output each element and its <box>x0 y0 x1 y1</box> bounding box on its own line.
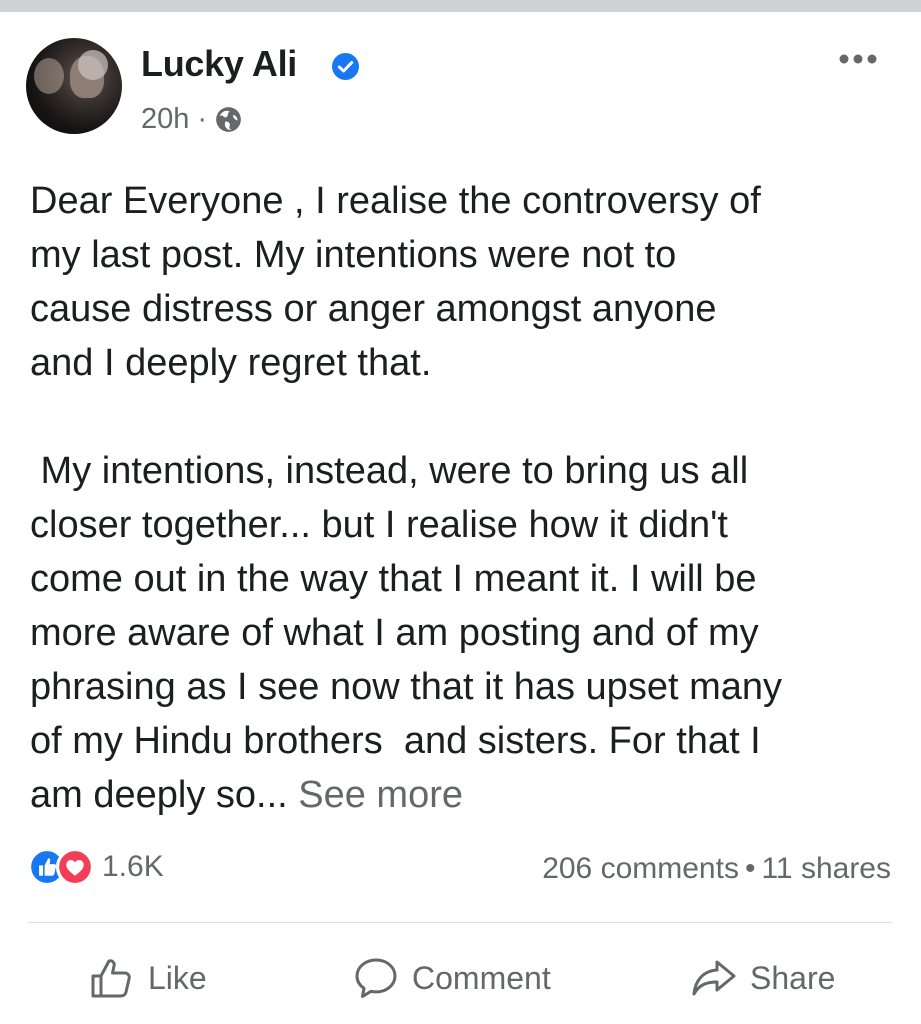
reaction-count: 1.6K <box>102 850 164 883</box>
post-text-line: of my Hindu brothers and sisters. For th… <box>30 720 761 762</box>
action-divider <box>28 922 892 923</box>
top-strip <box>0 0 921 12</box>
avatar-hair <box>78 50 108 80</box>
share-arrow-icon <box>692 960 736 996</box>
post-text-line: My intentions, instead, were to bring us… <box>30 450 749 492</box>
stats-separator: • <box>744 852 756 885</box>
share-label: Share <box>750 959 836 996</box>
post-text-line: come out in the way that I meant it. I w… <box>30 558 757 600</box>
post-text-line: cause distress or anger amongst anyone <box>30 288 717 330</box>
avatar-highlight <box>34 58 64 94</box>
comments-count-link[interactable]: 206 comments <box>542 852 739 885</box>
engagement-stats: 206 comments • 11 shares <box>542 852 891 886</box>
post-text-last-line: am deeply so... See more <box>30 768 900 822</box>
post-text-line: Dear Everyone , I realise the controvers… <box>30 180 761 222</box>
meta-separator: · <box>197 103 208 135</box>
post-text-line: closer together... but I realise how it … <box>30 504 728 546</box>
post-text-line: phrasing as I see now that it has upset … <box>30 666 782 708</box>
post-text: Dear Everyone , I realise the controvers… <box>30 174 900 822</box>
comment-icon <box>355 958 397 998</box>
like-label: Like <box>148 959 207 996</box>
thumbs-up-icon <box>91 959 131 998</box>
post-text-line: my last post. My intentions were not to <box>30 234 677 276</box>
like-button[interactable]: Like <box>88 950 207 1006</box>
post-time[interactable]: 20h <box>141 103 189 136</box>
post-meta: 20h · <box>141 103 242 136</box>
share-button[interactable]: Share <box>690 950 835 1006</box>
see-more-link[interactable]: See more <box>298 774 463 816</box>
more-options-icon[interactable] <box>838 52 878 66</box>
avatar[interactable] <box>26 38 122 134</box>
comment-label: Comment <box>412 959 551 996</box>
globe-icon[interactable] <box>215 106 242 133</box>
reactions-summary[interactable]: 1.6K <box>28 848 164 886</box>
love-reaction-icon <box>56 848 94 886</box>
author-name[interactable]: Lucky Ali <box>141 43 297 85</box>
verified-badge-icon <box>332 53 359 80</box>
comment-button[interactable]: Comment <box>352 950 551 1006</box>
post-text-truncated: am deeply so... <box>30 774 288 816</box>
post-text-line: more aware of what I am posting and of m… <box>30 612 759 654</box>
shares-count-link[interactable]: 11 shares <box>761 852 891 885</box>
post-text-line: and I deeply regret that. <box>30 342 432 384</box>
